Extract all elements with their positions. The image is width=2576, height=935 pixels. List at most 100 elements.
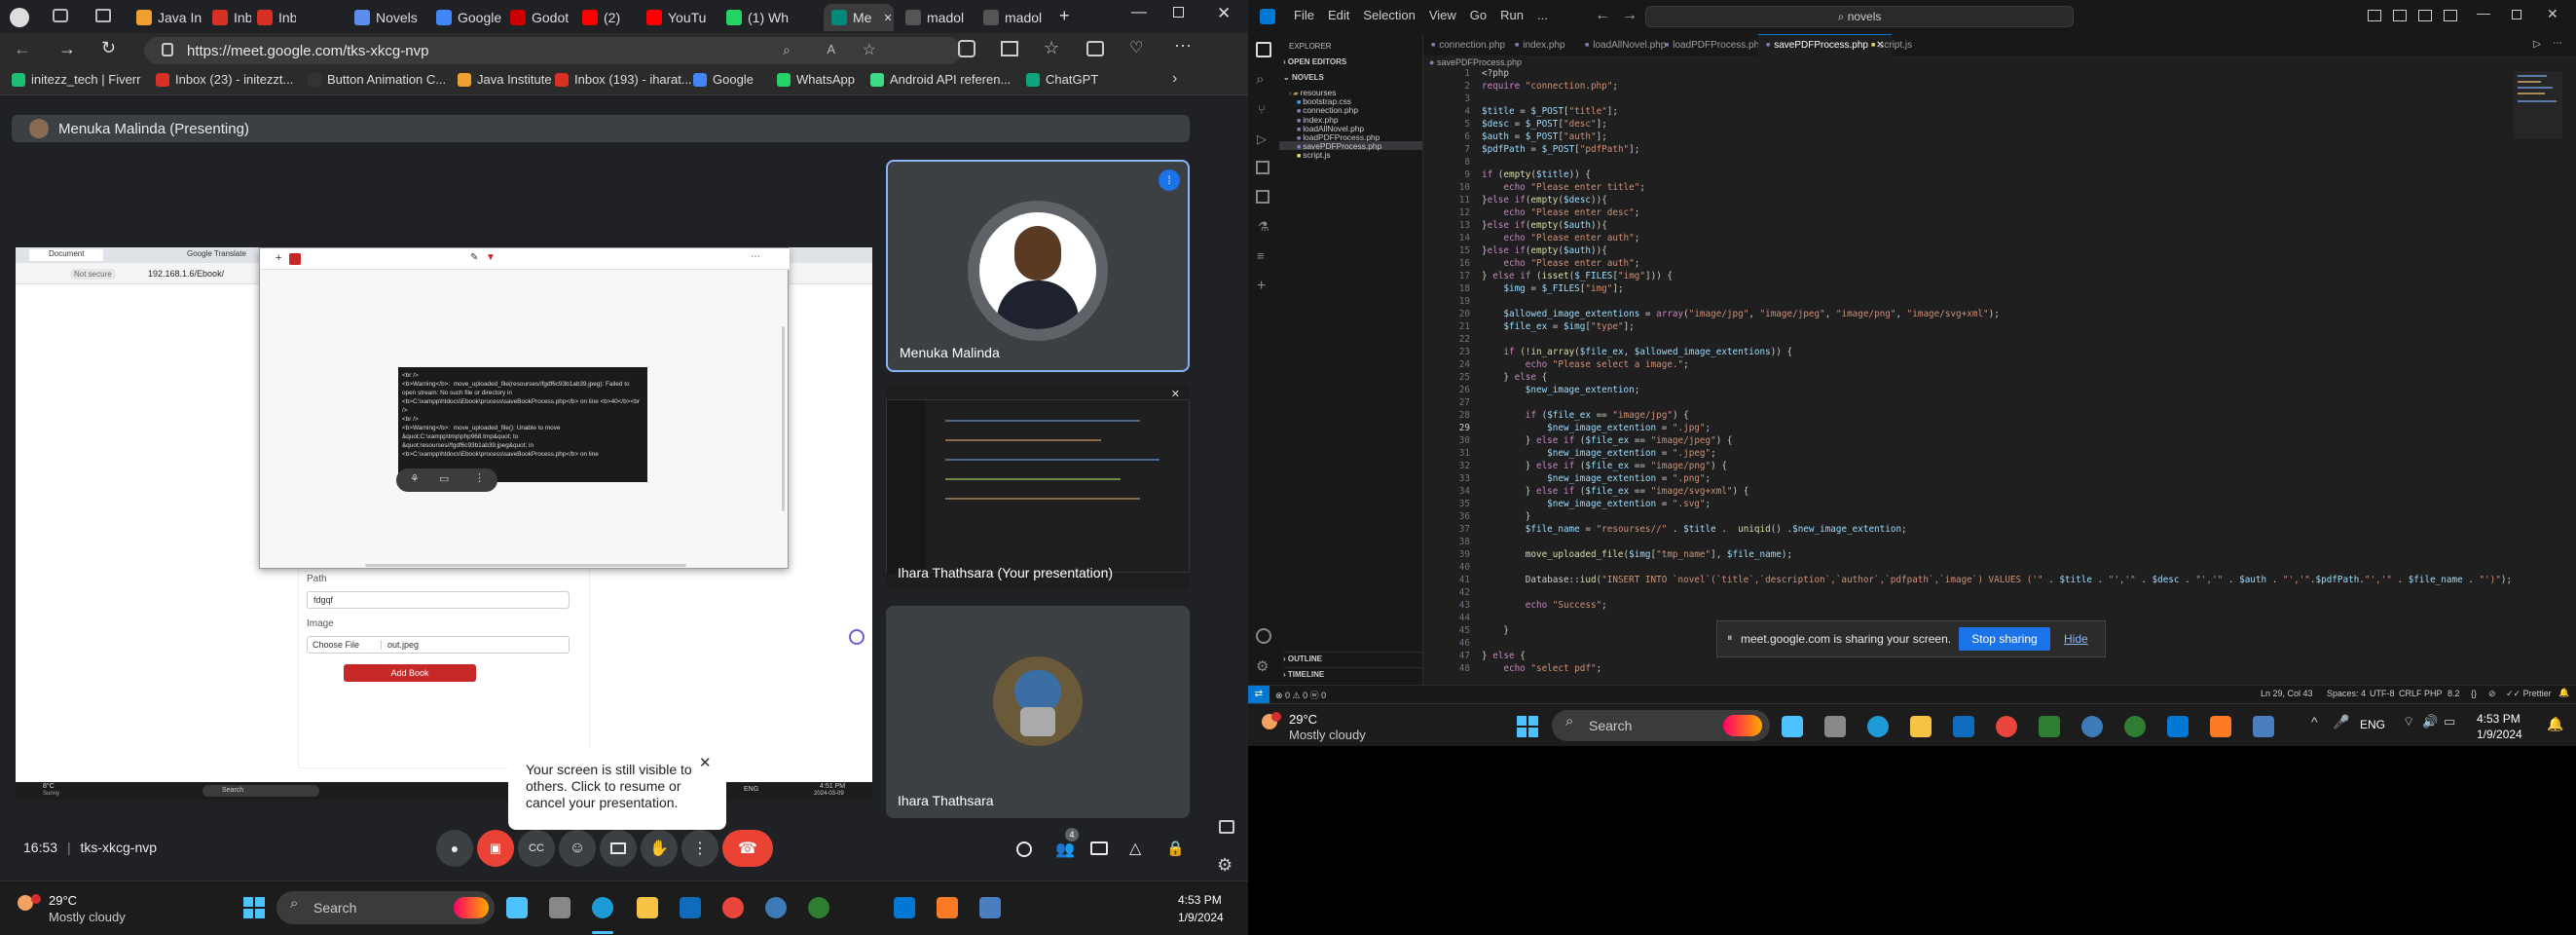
participant-tile[interactable]: Ihara Thathsara bbox=[886, 606, 1190, 818]
explorer-icon[interactable] bbox=[1256, 42, 1271, 57]
microphone-icon[interactable]: 🎤 bbox=[2333, 714, 2349, 730]
code-line[interactable]: $new_image_extention = ".png"; bbox=[1482, 472, 1711, 485]
copilot-icon[interactable] bbox=[506, 897, 528, 918]
file-item[interactable]: ■ loadAllNovel.php bbox=[1279, 124, 1422, 133]
add-icon[interactable]: + bbox=[1257, 278, 1266, 295]
app-icon[interactable] bbox=[2124, 716, 2146, 737]
address-bar[interactable]: https://meet.google.com/tks-xkcg-nvp ⌕ A… bbox=[144, 37, 962, 64]
xampp-icon[interactable] bbox=[2210, 716, 2231, 737]
code-line[interactable]: } else if ($file_ex == "image/svg+xml") … bbox=[1482, 485, 1749, 498]
code-line[interactable]: $auth = $_POST["auth"]; bbox=[1482, 131, 1607, 143]
favorite-link[interactable]: initezz_tech | Fiverr bbox=[12, 72, 140, 87]
code-line[interactable]: Database::iud("INSERT INTO `novel`(`titl… bbox=[1482, 574, 2512, 586]
code-line[interactable]: $file_name = "resourses//" . $title . un… bbox=[1482, 523, 1907, 536]
back-arrow-icon[interactable]: ← bbox=[14, 39, 31, 59]
favorite-link[interactable]: WhatsApp bbox=[777, 72, 855, 87]
participant-tile[interactable]: ✕ Ihara Thathsara (Your presentation) bbox=[886, 384, 1190, 590]
file-input[interactable]: Choose File out.jpeg bbox=[307, 636, 570, 654]
scrollbar[interactable] bbox=[782, 326, 785, 511]
code-line[interactable]: echo "Please enter desc"; bbox=[1482, 206, 1639, 219]
weather-temp[interactable]: 29°C bbox=[1289, 712, 1317, 727]
volume-icon[interactable]: 🔊 bbox=[2422, 714, 2438, 729]
app-icon[interactable] bbox=[979, 897, 1001, 918]
chat-icon[interactable] bbox=[1090, 842, 1108, 855]
minimize-button[interactable]: — bbox=[1131, 4, 1147, 21]
mini-search[interactable]: Search bbox=[202, 785, 319, 797]
code-line[interactable]: $new_image_extention = ".svg"; bbox=[1482, 498, 1711, 510]
code-line[interactable]: move_uploaded_file($img["tmp_name"], $fi… bbox=[1482, 548, 1792, 561]
close-tab-icon[interactable]: ✕ bbox=[883, 12, 892, 24]
code-line[interactable]: $new_image_extention; bbox=[1482, 384, 1640, 396]
restore-button[interactable] bbox=[1173, 7, 1184, 18]
notifications-icon[interactable]: 🔔 bbox=[2558, 688, 2569, 698]
hide-button[interactable]: Hide bbox=[2064, 632, 2088, 646]
favorite-link[interactable]: Button Animation C... bbox=[308, 72, 446, 87]
code-area[interactable]: 1 <?php 2 require "connection.php"; 3 4 $title… bbox=[1423, 67, 2512, 685]
menu-item[interactable]: Edit bbox=[1321, 8, 1356, 22]
mic-off-icon[interactable]: ⚘ bbox=[410, 472, 420, 485]
menu-item[interactable]: View bbox=[1422, 8, 1463, 22]
code-line[interactable]: } bbox=[1482, 510, 1531, 523]
chevron-right-icon[interactable]: › bbox=[1172, 70, 1177, 88]
command-center-search[interactable]: ⌕ novels bbox=[1645, 6, 2074, 27]
remote-explorer-icon[interactable] bbox=[1256, 161, 1270, 174]
battery-icon[interactable]: ▭ bbox=[2444, 714, 2455, 729]
info-icon[interactable] bbox=[1016, 842, 1032, 857]
more-icon[interactable]: ⋯ bbox=[1174, 36, 1192, 56]
line-ending[interactable]: CRLF bbox=[2399, 689, 2422, 698]
extensions-icon[interactable] bbox=[958, 40, 975, 57]
code-line[interactable]: echo "Success"; bbox=[1482, 599, 1607, 612]
copilot-icon[interactable]: ♡ bbox=[1129, 38, 1143, 57]
code-line[interactable]: $file_ex = $img["type"]; bbox=[1482, 320, 1634, 333]
file-item[interactable]: ■ script.js bbox=[1279, 150, 1422, 160]
browser-tab[interactable]: Me ✕ bbox=[824, 4, 894, 31]
task-view-icon[interactable] bbox=[549, 897, 570, 918]
vscode-icon[interactable] bbox=[2167, 716, 2189, 737]
search-icon[interactable]: ⌕ bbox=[1256, 71, 1264, 88]
remote-indicator-icon[interactable]: ⇄ bbox=[1248, 686, 1270, 703]
participant-tile[interactable]: ⁞ Menuka Malinda bbox=[886, 160, 1190, 372]
zoom-icon[interactable]: ⌕ bbox=[783, 42, 791, 58]
clock-time[interactable]: 4:53 PM bbox=[1178, 893, 1222, 907]
code-line[interactable]: } bbox=[1482, 624, 1509, 637]
menu-item[interactable]: Selection bbox=[1356, 8, 1421, 22]
code-line[interactable]: if (empty($title)) { bbox=[1482, 168, 1591, 181]
file-item[interactable]: ■ savePDFProcess.php bbox=[1279, 141, 1422, 151]
braces-icon[interactable]: {} bbox=[2471, 689, 2477, 698]
captions-button[interactable]: CC bbox=[518, 830, 555, 867]
minimap[interactable] bbox=[2514, 71, 2562, 139]
code-line[interactable]: <?php bbox=[1482, 67, 1509, 80]
file-item[interactable]: ■ loadPDFProcess.php bbox=[1279, 132, 1422, 142]
mail-icon[interactable] bbox=[680, 897, 701, 918]
new-tab-button[interactable]: + bbox=[1059, 6, 1070, 26]
weather-temp[interactable]: 29°C bbox=[49, 893, 77, 908]
code-line[interactable]: $desc = $_POST["desc"]; bbox=[1482, 118, 1607, 131]
code-line[interactable]: echo "select pdf"; bbox=[1482, 662, 1601, 675]
browser-tab[interactable]: (2) bbox=[582, 4, 641, 31]
code-line[interactable]: $img = $_FILES["img"]; bbox=[1482, 282, 1623, 295]
encoding[interactable]: UTF-8 bbox=[2370, 689, 2395, 698]
browser-tab[interactable]: Inbox ( bbox=[257, 4, 296, 31]
scrollbar[interactable] bbox=[365, 564, 686, 567]
code-line[interactable]: $title = $_POST["title"]; bbox=[1482, 105, 1618, 118]
pen-icon[interactable]: ✎ bbox=[470, 252, 478, 263]
code-line[interactable]: }else if(empty($auth)){ bbox=[1482, 244, 1607, 257]
editor-tab[interactable]: ■ script.js bbox=[1863, 34, 1920, 56]
read-aloud-icon[interactable]: A bbox=[827, 42, 835, 56]
camera-off-icon[interactable]: ▭ bbox=[439, 472, 449, 485]
code-line[interactable]: require "connection.php"; bbox=[1482, 80, 1618, 93]
browser-tab[interactable]: Google bbox=[436, 4, 504, 31]
more-actions-icon[interactable]: ⋯ bbox=[2553, 38, 2562, 49]
file-item[interactable]: ■ connection.php bbox=[1279, 105, 1422, 115]
go-live-icon[interactable]: ⊘ bbox=[2488, 689, 2496, 699]
code-line[interactable]: } else if (isset($_FILES["img"])) { bbox=[1482, 270, 1673, 282]
code-line[interactable]: } else if ($file_ex == "image/jpeg") { bbox=[1482, 434, 1733, 447]
refresh-icon[interactable]: ↻ bbox=[101, 38, 116, 58]
edge-icon[interactable] bbox=[592, 897, 613, 918]
problems-count[interactable]: ⊗ 0 ⚠ 0 ⓦ 0 bbox=[1275, 689, 1326, 701]
code-line[interactable]: echo "Please enter auth"; bbox=[1482, 232, 1639, 244]
app-icon[interactable] bbox=[2039, 716, 2060, 737]
app-icon[interactable] bbox=[2253, 716, 2274, 737]
split-screen-icon[interactable] bbox=[1001, 41, 1018, 56]
tab-actions-icon[interactable] bbox=[95, 9, 111, 22]
